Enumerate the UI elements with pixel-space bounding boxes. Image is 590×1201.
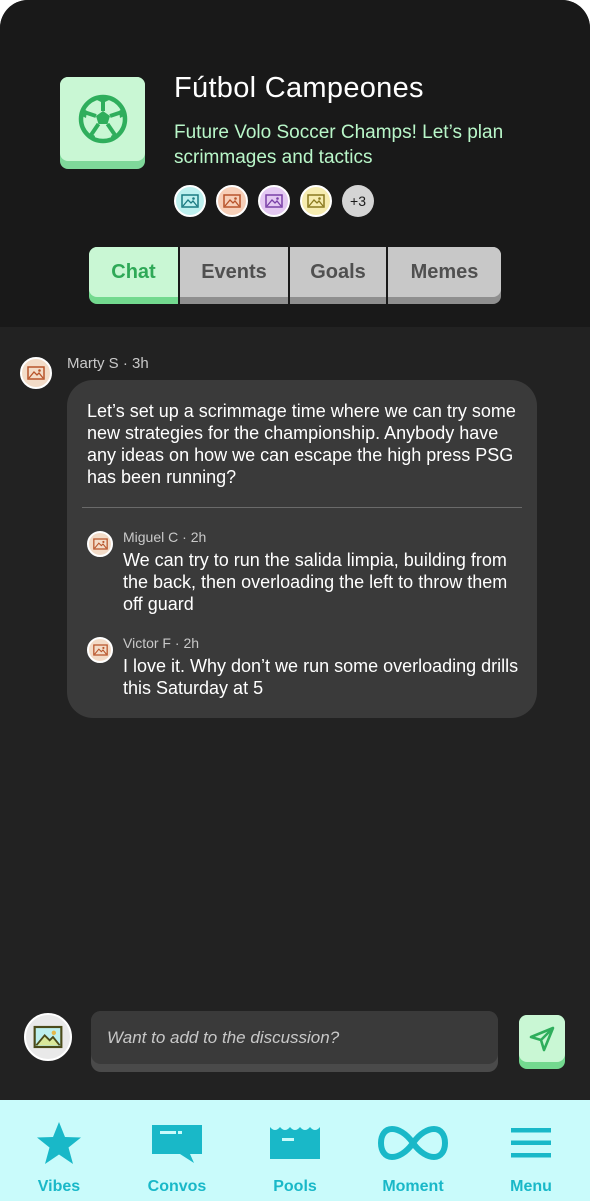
- star-icon: [37, 1122, 81, 1164]
- nav-label: Convos: [147, 1178, 207, 1195]
- app-screen: Fútbol Campeones Future Volo Soccer Cham…: [0, 0, 590, 1201]
- post-text: Let’s set up a scrimmage time where we c…: [87, 401, 516, 487]
- reply-time: 2h: [183, 635, 200, 651]
- reply-avatar[interactable]: [87, 531, 113, 557]
- reply-avatar[interactable]: [87, 637, 113, 663]
- image-placeholder-icon: [265, 194, 283, 208]
- nav-pools[interactable]: Pools: [245, 1100, 345, 1201]
- reply-text: I love it. Why don’t we run some overloa…: [123, 656, 519, 698]
- reply-author: Miguel C: [123, 529, 179, 545]
- nav-label: Pools: [273, 1178, 317, 1195]
- member-avatar[interactable]: [300, 185, 332, 217]
- group-description: Future Volo Soccer Champs! Let’s plan sc…: [174, 122, 504, 168]
- post-meta: Marty S · 3h: [67, 355, 149, 372]
- group-avatar[interactable]: [60, 77, 145, 169]
- nav-vibes[interactable]: Vibes: [9, 1100, 109, 1201]
- reply-author: Victor F: [123, 635, 171, 651]
- menu-icon: [511, 1128, 551, 1158]
- tab-bar: Chat Events Goals Memes: [89, 247, 501, 304]
- author-avatar[interactable]: [20, 357, 52, 389]
- reply-time: 2h: [190, 529, 207, 545]
- nav-label: Vibes: [37, 1178, 81, 1195]
- send-button[interactable]: [519, 1015, 565, 1069]
- reply-meta: Miguel C · 2h: [123, 529, 206, 545]
- send-icon: [529, 1026, 555, 1051]
- bottom-nav: Vibes Convos Pools Moment Menu: [0, 1100, 590, 1201]
- meta-separator: ·: [122, 355, 133, 372]
- nav-convos[interactable]: Convos: [127, 1100, 227, 1201]
- pool-icon: [270, 1127, 320, 1159]
- meta-separator: ·: [182, 529, 191, 545]
- post-time: 3h: [132, 355, 149, 372]
- nav-moment[interactable]: Moment: [363, 1100, 463, 1201]
- nav-label: Moment: [382, 1178, 444, 1195]
- member-list[interactable]: +3: [174, 185, 374, 217]
- member-avatar[interactable]: [258, 185, 290, 217]
- soccer-ball-icon: [78, 94, 127, 144]
- my-avatar[interactable]: [24, 1013, 72, 1061]
- message-field[interactable]: [91, 1011, 498, 1072]
- tab-label: Events: [201, 260, 267, 283]
- tab-events[interactable]: Events: [180, 247, 288, 304]
- message-input[interactable]: [107, 1021, 487, 1055]
- image-placeholder-icon: [92, 538, 108, 550]
- image-placeholder-icon: [92, 644, 108, 656]
- tab-memes[interactable]: Memes: [388, 247, 501, 304]
- group-title: Fútbol Campeones: [174, 72, 424, 104]
- tab-label: Memes: [410, 260, 479, 283]
- tab-chat[interactable]: Chat: [89, 247, 178, 304]
- image-placeholder-icon: [307, 194, 325, 208]
- image-placeholder-icon: [27, 366, 45, 380]
- tab-label: Chat: [111, 260, 156, 283]
- image-placeholder-icon: [223, 194, 241, 208]
- member-avatar[interactable]: [174, 185, 206, 217]
- image-placeholder-icon: [33, 1025, 63, 1049]
- chat-bubble-icon: [152, 1125, 202, 1163]
- nav-menu[interactable]: Menu: [481, 1100, 581, 1201]
- tab-goals[interactable]: Goals: [290, 247, 386, 304]
- image-placeholder-icon: [181, 194, 199, 208]
- member-avatar[interactable]: [216, 185, 248, 217]
- post-author: Marty S: [67, 355, 119, 372]
- nav-label: Menu: [510, 1178, 552, 1195]
- infinity-icon: [378, 1125, 448, 1161]
- more-members-badge[interactable]: +3: [342, 185, 374, 217]
- group-header: Fútbol Campeones Future Volo Soccer Cham…: [0, 0, 590, 327]
- reply-meta: Victor F · 2h: [123, 635, 199, 651]
- divider: [82, 507, 522, 508]
- reply-text: We can try to run the salida limpia, bui…: [123, 550, 508, 614]
- tab-label: Goals: [310, 260, 366, 283]
